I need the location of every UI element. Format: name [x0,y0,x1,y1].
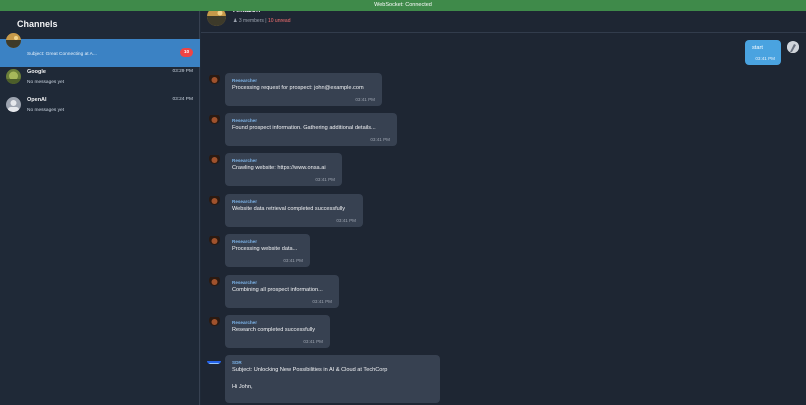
message-text: Processing website data... [232,246,298,252]
message-subject: Subject: Unlocking New Possibilities in … [232,367,388,373]
unread-count: 10 unread [267,18,291,24]
message-sender: Researcher [232,280,258,285]
message-bubble: Researcher Processing website data... 03… [225,234,310,267]
message-sender: Researcher [232,199,258,204]
channel-time: 03:29 PM [172,69,193,74]
channels-sidebar: Channels Subject: Great Connecting at A.… [0,11,200,405]
message-time: 03:41 PM [283,258,303,263]
message-text: Found prospect information. Gathering ad… [232,125,376,131]
message-sender: Researcher [232,239,258,244]
message-time: 03:41 PM [336,218,356,223]
channel-name: OpenAI [27,97,47,103]
channel-time: 03:24 PM [172,97,193,102]
chat-panel: Amazon ♟ 3 members | 10 unread start 03:… [201,7,806,405]
researcher-avatar [209,113,220,124]
message-bubble: SDR Subject: Unlocking New Possibilities… [225,355,440,403]
message-sender: Researcher [232,158,258,163]
message-text: Website data retrieval completed success… [232,206,346,212]
message-text: start [752,45,763,51]
message-sender: SDR [232,360,242,365]
channel-preview: No messages yet [27,80,65,85]
message-text: Processing request for prospect: john@ex… [232,85,364,91]
chat-header: Amazon ♟ 3 members | 10 unread [201,7,806,33]
researcher-avatar [209,275,220,286]
member-count: 3 members [238,18,264,24]
message-bubble: Researcher Combining all prospect inform… [225,275,339,308]
user-message-bubble: start 03:41 PM [745,40,781,65]
message-sender: Researcher [232,118,258,123]
message-bubble: Researcher Research completed successful… [225,315,330,348]
chat-meta: ♟ 3 members | 10 unread [233,18,291,24]
message-text: Crawling website: https://www.onsa.ai [232,165,326,171]
unread-badge: 10 [180,48,193,57]
message-greeting: Hi John, [232,384,253,390]
message-time: 03:41 PM [312,299,332,304]
message-text: Combining all prospect information... [232,287,323,293]
sidebar-title: Channels [17,19,58,29]
user-avatar [787,41,799,53]
channel-item-google[interactable]: Google No messages yet 03:29 PM [0,63,200,91]
websocket-status-text: WebSocket: Connected [374,2,432,8]
message-text: Research completed successfully [232,327,316,333]
channel-preview: No messages yet [27,108,65,113]
message-bubble: Researcher Found prospect information. G… [225,113,397,146]
message-sender: Researcher [232,320,258,325]
websocket-status-bar: WebSocket: Connected [0,0,806,11]
message-time: 03:41 PM [370,137,390,142]
channel-item-openai[interactable]: OpenAI No messages yet 03:24 PM [0,91,200,119]
message-bubble: Researcher Processing request for prospe… [225,73,382,106]
researcher-avatar [209,315,220,326]
message-bubble: Researcher Crawling website: https://www… [225,153,342,186]
channel-preview: Subject: Great Connecting at A... [27,52,97,57]
channel-name: Google [27,69,46,75]
researcher-avatar [209,234,220,245]
message-time: 03:41 PM [315,177,335,182]
sdr-avatar [207,356,221,364]
channel-avatar-openai [6,97,21,112]
message-time: 03:41 PM [755,56,775,61]
researcher-avatar [209,73,220,84]
channel-avatar-amazon [6,33,21,48]
message-time: 03:41 PM [303,339,323,344]
message-time: 03:41 PM [355,97,375,102]
researcher-avatar [209,194,220,205]
channel-avatar-google [6,69,21,84]
researcher-avatar [209,153,220,164]
members-icon: ♟ [233,18,238,24]
message-sender: Researcher [232,78,258,83]
message-bubble: Researcher Website data retrieval comple… [225,194,363,227]
